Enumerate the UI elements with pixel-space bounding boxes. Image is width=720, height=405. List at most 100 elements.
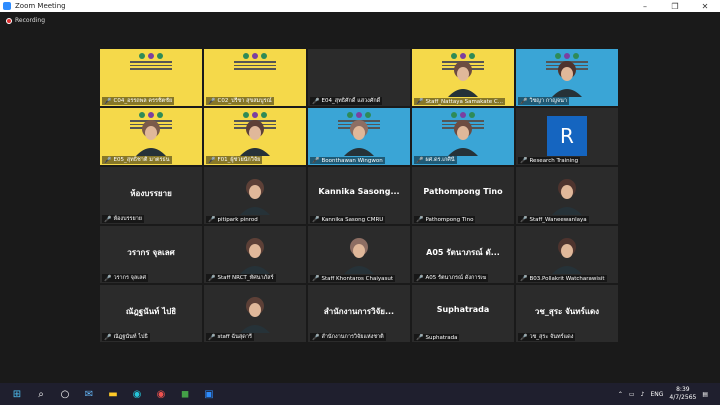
- participant-name: Staff_Waneewanlaya: [529, 216, 587, 223]
- mic-muted-icon: 🎤: [208, 156, 216, 164]
- participant-tile[interactable]: 🎤 C04_อรรถพล ครรชิตชัย: [100, 49, 202, 106]
- participant-video: [234, 232, 276, 274]
- participant-name: ห้องบรรยาย: [113, 216, 143, 222]
- participant-name: staff ฉันสุดารี: [217, 334, 252, 340]
- mic-muted-icon: 🎤: [208, 97, 216, 105]
- participant-tile[interactable]: 🎤 Staff_Waneewanlaya: [516, 167, 618, 224]
- participant-tile[interactable]: 🎤 E05_สุทธิชาติ มาตรธน: [100, 108, 202, 165]
- participant-tile[interactable]: Kannika Sasong... 🎤 Kannika Sasong CMRU: [308, 167, 410, 224]
- zoom-taskbar-icon[interactable]: ▣: [202, 387, 216, 401]
- mic-muted-icon: 🎤: [416, 98, 424, 105]
- system-tray: ⌃ ▭ ♪ ENG 8:39 4/7/2565 ▤: [618, 383, 708, 405]
- participant-display-name: สำนักงานการวิจัย...: [323, 307, 395, 316]
- zoom-app-icon: [3, 2, 11, 10]
- participant-video: [546, 173, 588, 215]
- participant-name-label: 🎤 วิชญา กาญจนา: [518, 97, 570, 105]
- participant-tile[interactable]: 🎤 F01_ผู้ช่วยนักวิจัย: [204, 108, 306, 165]
- participant-display-name: ห้องบรรยาย: [130, 189, 172, 198]
- participant-tile[interactable]: 🎤 B03.Pollakrit Watcharawisit: [516, 226, 618, 283]
- participant-name: วิชญา กาญจนา: [529, 98, 568, 104]
- chevron-up-icon[interactable]: ⌃: [618, 391, 623, 398]
- edge-icon[interactable]: ◉: [130, 387, 144, 401]
- participant-name-label: 🎤 ผศ.ดร.เกศินี: [414, 156, 457, 164]
- participant-tile[interactable]: 🎤 Staff NRCT_ทัศนาภัสร์: [204, 226, 306, 283]
- clock[interactable]: 8:39 4/7/2565: [669, 386, 696, 402]
- mic-muted-icon: 🎤: [312, 216, 320, 223]
- close-button[interactable]: ✕: [690, 0, 720, 12]
- participant-name-label: 🎤 Staff NRCT_ทัศนาภัสร์: [206, 274, 276, 282]
- participant-video: [234, 173, 276, 215]
- participant-name-label: 🎤 Kannika Sasong CMRU: [310, 216, 386, 223]
- participant-tile[interactable]: 🎤 staff ฉันสุดารี: [204, 285, 306, 342]
- participant-tile[interactable]: 🎤 วิชญา กาญจนา: [516, 49, 618, 106]
- participant-name-label: 🎤 Research Training: [518, 157, 581, 164]
- participant-name: วช_สุระ จันทร์แดง: [529, 334, 574, 340]
- volume-icon[interactable]: ♪: [641, 391, 645, 398]
- mic-muted-icon: 🎤: [104, 156, 112, 164]
- presentation-slide: [232, 53, 278, 73]
- mic-muted-icon: 🎤: [104, 333, 112, 341]
- participant-tile[interactable]: 🎤 ผศ.ดร.เกศินี: [412, 108, 514, 165]
- participant-tile[interactable]: A05 รัตนาภรณ์ ดั... 🎤 A05 รัตนาภรณ์ ดั่งกา…: [412, 226, 514, 283]
- network-icon[interactable]: ▭: [629, 391, 635, 398]
- participant-name: A05 รัตนาภรณ์ ดั่งการเฆ: [425, 275, 487, 281]
- participant-name: E05_สุทธิชาติ มาตรธน: [113, 157, 170, 163]
- windows-taskbar: ⊞ ⌕ ○ ✉ ▬ ◉ ◉ ◼ ▣ ⌃ ▭ ♪ ENG 8:39 4/7/256…: [0, 383, 720, 405]
- participant-tile[interactable]: Pathompong Tino 🎤 Pathompong Tino: [412, 167, 514, 224]
- meeting-area: Recording 🎤 C04_อรรถพล ครรชิตชัย 🎤 C02_ปรีช…: [0, 12, 720, 383]
- recording-dot-icon: [6, 17, 12, 24]
- participant-name: ผศ.ดร.เกศินี: [425, 157, 455, 163]
- maximize-button[interactable]: ❐: [660, 0, 690, 12]
- participant-tile[interactable]: วรากร จุลเลศ 🎤 วรากร จุลเลศ: [100, 226, 202, 283]
- participant-tile[interactable]: 🎤 Boonthawan Wingwon: [308, 108, 410, 165]
- participant-video: [338, 232, 380, 274]
- line-icon[interactable]: ◼: [178, 387, 192, 401]
- mic-muted-icon: 🎤: [520, 216, 528, 223]
- participant-name: Boonthawan Wingwon: [321, 157, 383, 164]
- mic-muted-icon: 🎤: [520, 275, 528, 282]
- participant-tile[interactable]: 🎤 pitipark pinrod: [204, 167, 306, 224]
- participant-display-name: A05 รัตนาภรณ์ ดั...: [426, 248, 500, 257]
- participant-tile[interactable]: สำนักงานการวิจัย... 🎤 สำนักงานการวิจัยแห่ง…: [308, 285, 410, 342]
- participant-name: pitipark pinrod: [217, 216, 258, 223]
- search-icon[interactable]: ⌕: [34, 387, 48, 401]
- mic-muted-icon: 🎤: [520, 333, 528, 341]
- participant-name-label: 🎤 E04_สุทธิศักดิ์ แสวงศักดิ์: [310, 97, 383, 105]
- participant-video: [546, 55, 588, 97]
- task-view-icon[interactable]: ○: [58, 387, 72, 401]
- mic-muted-icon: 🎤: [416, 156, 424, 164]
- notification-icon[interactable]: ▤: [702, 391, 708, 398]
- participant-name-label: 🎤 Staff_Nattaya Samakate C...: [414, 98, 506, 105]
- participant-tile[interactable]: 🎤 C02_ปรีชา สุขสมบูรณ์: [204, 49, 306, 106]
- participant-tile[interactable]: ห้องบรรยาย 🎤 ห้องบรรยาย: [100, 167, 202, 224]
- window-titlebar: Zoom Meeting – ❐ ✕: [0, 0, 720, 12]
- participant-tile[interactable]: วช_สุระ จันทร์แดง 🎤 วช_สุระ จันทร์แดง: [516, 285, 618, 342]
- participant-video: [442, 114, 484, 156]
- participant-video: [442, 55, 484, 97]
- participant-tile[interactable]: 🎤 E04_สุทธิศักดิ์ แสวงศักดิ์: [308, 49, 410, 106]
- participant-video: [338, 114, 380, 156]
- file-explorer-icon[interactable]: ▬: [106, 387, 120, 401]
- participant-name: C04_อรรถพล ครรชิตชัย: [113, 98, 173, 104]
- language-indicator[interactable]: ENG: [650, 391, 663, 398]
- participant-tile[interactable]: 🎤 Staff_Nattaya Samakate C...: [412, 49, 514, 106]
- windows-start-icon[interactable]: ⊞: [10, 387, 24, 401]
- chrome-icon[interactable]: ◉: [154, 387, 168, 401]
- participant-name-label: 🎤 Staff_Waneewanlaya: [518, 216, 589, 223]
- participant-name: สำนักงานการวิจัยแห่งชาติ: [321, 334, 384, 340]
- mic-muted-icon: 🎤: [208, 333, 216, 341]
- participant-tile[interactable]: 🎤 Staff Khontaros Chaiyasut: [308, 226, 410, 283]
- participant-name-label: 🎤 สำนักงานการวิจัยแห่งชาติ: [310, 333, 386, 341]
- participant-tile[interactable]: ณัฎฐนันท์ ไปธิ 🎤 ณัฎฐนันท์ ไปธิ: [100, 285, 202, 342]
- recording-indicator[interactable]: Recording: [6, 17, 45, 24]
- participant-tile[interactable]: Suphatrada 🎤 Suphatrada: [412, 285, 514, 342]
- participant-name-label: 🎤 E05_สุทธิชาติ มาตรธน: [102, 156, 172, 164]
- avatar: R: [547, 116, 587, 156]
- minimize-button[interactable]: –: [630, 0, 660, 12]
- mail-icon[interactable]: ✉: [82, 387, 96, 401]
- mic-muted-icon: 🎤: [312, 97, 320, 105]
- participant-tile[interactable]: R 🎤 Research Training: [516, 108, 618, 165]
- participant-display-name: ณัฎฐนันท์ ไปธิ: [125, 307, 177, 316]
- recording-label: Recording: [15, 17, 46, 24]
- participant-display-name: วรากร จุลเลศ: [127, 248, 175, 257]
